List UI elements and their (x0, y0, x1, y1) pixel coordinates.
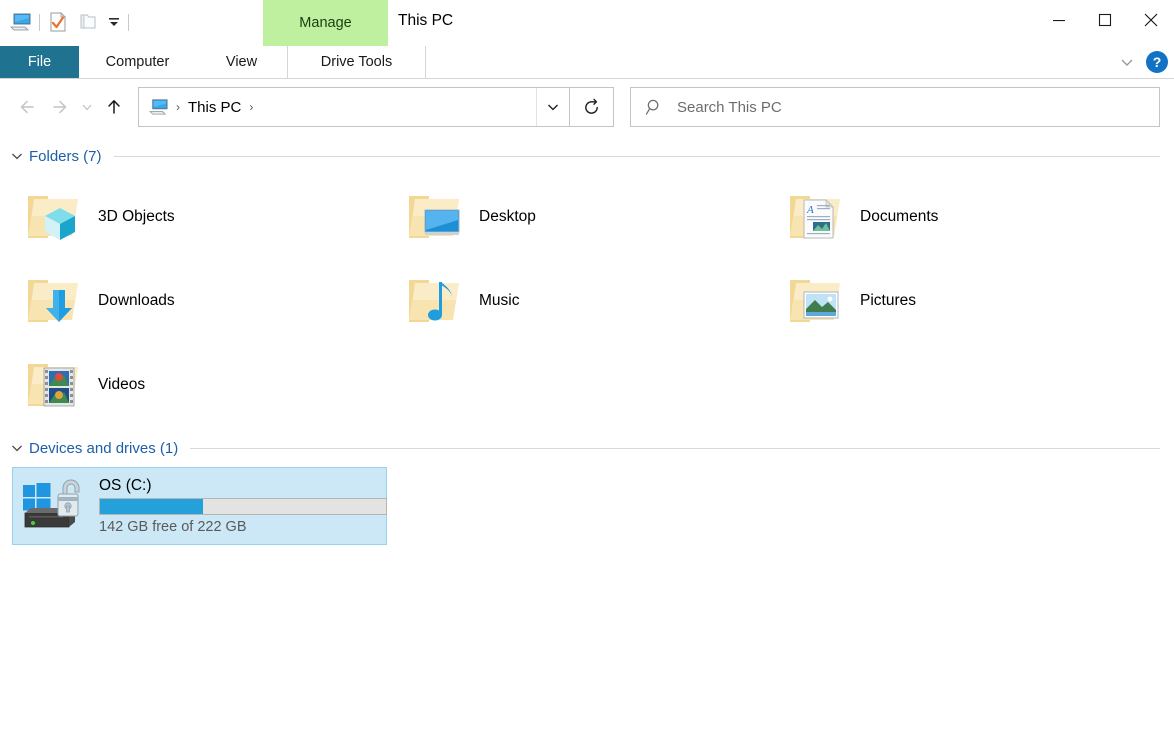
drive-capacity-fill (100, 499, 203, 515)
quick-access-separator (39, 13, 40, 31)
contextual-tab-group-label: Manage (263, 0, 388, 46)
folder-tiles: 3D Objects Desktop A Documents Downloads… (0, 175, 1174, 427)
file-list: Folders (7) 3D Objects Desktop A Documen… (0, 135, 1174, 749)
tab-view[interactable]: View (196, 46, 287, 78)
folder-videos-icon (18, 349, 90, 421)
ribbon-right-controls: ? (1114, 46, 1168, 78)
breadcrumb-this-pc-icon[interactable] (147, 96, 171, 118)
drive-capacity-text: 142 GB free of 222 GB (99, 519, 247, 536)
ribbon-tab-strip: File Computer View Drive Tools ? (0, 46, 1174, 79)
quick-access-toolbar (6, 6, 132, 38)
breadcrumb-separator-1[interactable]: › (246, 100, 256, 114)
group-title-devices: Devices and drives (1) (29, 439, 179, 457)
list-item-music[interactable]: Music (393, 259, 774, 343)
navigation-bar: › This PC › Search This PC (0, 79, 1174, 135)
breadcrumb-separator-0[interactable]: › (173, 100, 183, 114)
list-item-label: 3D Objects (98, 208, 175, 225)
recent-locations-button[interactable] (76, 91, 98, 123)
list-item-3d-objects[interactable]: 3D Objects (12, 175, 393, 259)
window-title: This PC (398, 12, 454, 29)
list-item-desktop[interactable]: Desktop (393, 175, 774, 259)
search-input[interactable]: Search This PC (677, 99, 782, 116)
list-item-label: Downloads (98, 292, 175, 309)
close-button[interactable] (1128, 0, 1174, 40)
up-button[interactable] (98, 91, 130, 123)
chevron-down-icon[interactable] (8, 439, 26, 457)
tab-file[interactable]: File (0, 46, 79, 78)
refresh-button[interactable] (570, 87, 614, 127)
quick-access-separator-2 (128, 13, 129, 31)
group-divider (190, 447, 1160, 449)
group-header-devices[interactable]: Devices and drives (1) (0, 435, 1174, 461)
minimize-button[interactable] (1036, 0, 1082, 40)
group-title-folders: Folders (7) (29, 147, 102, 165)
folder-music-icon (399, 265, 471, 337)
list-item-label: Music (479, 292, 520, 309)
folder-3d-objects-icon (18, 181, 90, 253)
address-dropdown-icon[interactable] (536, 88, 569, 126)
new-folder-icon[interactable] (73, 7, 103, 37)
maximize-button[interactable] (1082, 0, 1128, 40)
address-bar[interactable]: › This PC › (138, 87, 570, 127)
list-item-videos[interactable]: Videos (12, 343, 393, 427)
customize-quick-access-icon[interactable] (103, 7, 125, 37)
title-bar: Manage This PC (0, 0, 1174, 46)
group-header-folders[interactable]: Folders (7) (0, 143, 1174, 169)
contextual-tab-group: Manage (263, 0, 388, 46)
list-item-label: Videos (98, 376, 146, 393)
chevron-down-icon[interactable] (8, 147, 26, 165)
window-controls (1036, 0, 1174, 40)
svg-text:A: A (806, 204, 814, 216)
list-item-pictures[interactable]: Pictures (774, 259, 1155, 343)
help-icon[interactable]: ? (1146, 51, 1168, 73)
back-button[interactable] (12, 91, 44, 123)
breadcrumb-item-this-pc[interactable]: This PC (185, 97, 244, 118)
list-item-documents[interactable]: A Documents (774, 175, 1155, 259)
windows-drive-bitlocker-icon (19, 475, 97, 537)
ribbon-tabs: File Computer View Drive Tools (0, 46, 1174, 78)
tab-computer[interactable]: Computer (79, 46, 196, 78)
chevron-down-icon[interactable] (1114, 49, 1140, 75)
group-divider (113, 155, 1160, 157)
search-icon (631, 98, 677, 117)
drive-tiles: OS (C:) 142 GB free of 222 GB (0, 467, 1174, 545)
folder-pictures-icon (780, 265, 852, 337)
this-pc-icon[interactable] (6, 7, 36, 37)
search-box[interactable]: Search This PC (630, 87, 1160, 127)
tab-drive-tools[interactable]: Drive Tools (287, 46, 426, 78)
drive-info: OS (C:) 142 GB free of 222 GB (99, 477, 387, 535)
properties-icon[interactable] (43, 7, 73, 37)
drive-name: OS (C:) (99, 476, 152, 494)
list-item-os-c[interactable]: OS (C:) 142 GB free of 222 GB (12, 467, 387, 545)
list-item-label: Desktop (479, 208, 536, 225)
list-item-downloads[interactable]: Downloads (12, 259, 393, 343)
drive-capacity-bar (99, 498, 387, 516)
list-item-label: Documents (860, 208, 939, 225)
folder-desktop-icon (399, 181, 471, 253)
list-item-label: Pictures (860, 292, 916, 309)
forward-button[interactable] (44, 91, 76, 123)
breadcrumb: › This PC › (139, 96, 536, 118)
folder-documents-icon: A (780, 181, 852, 253)
folder-downloads-icon (18, 265, 90, 337)
